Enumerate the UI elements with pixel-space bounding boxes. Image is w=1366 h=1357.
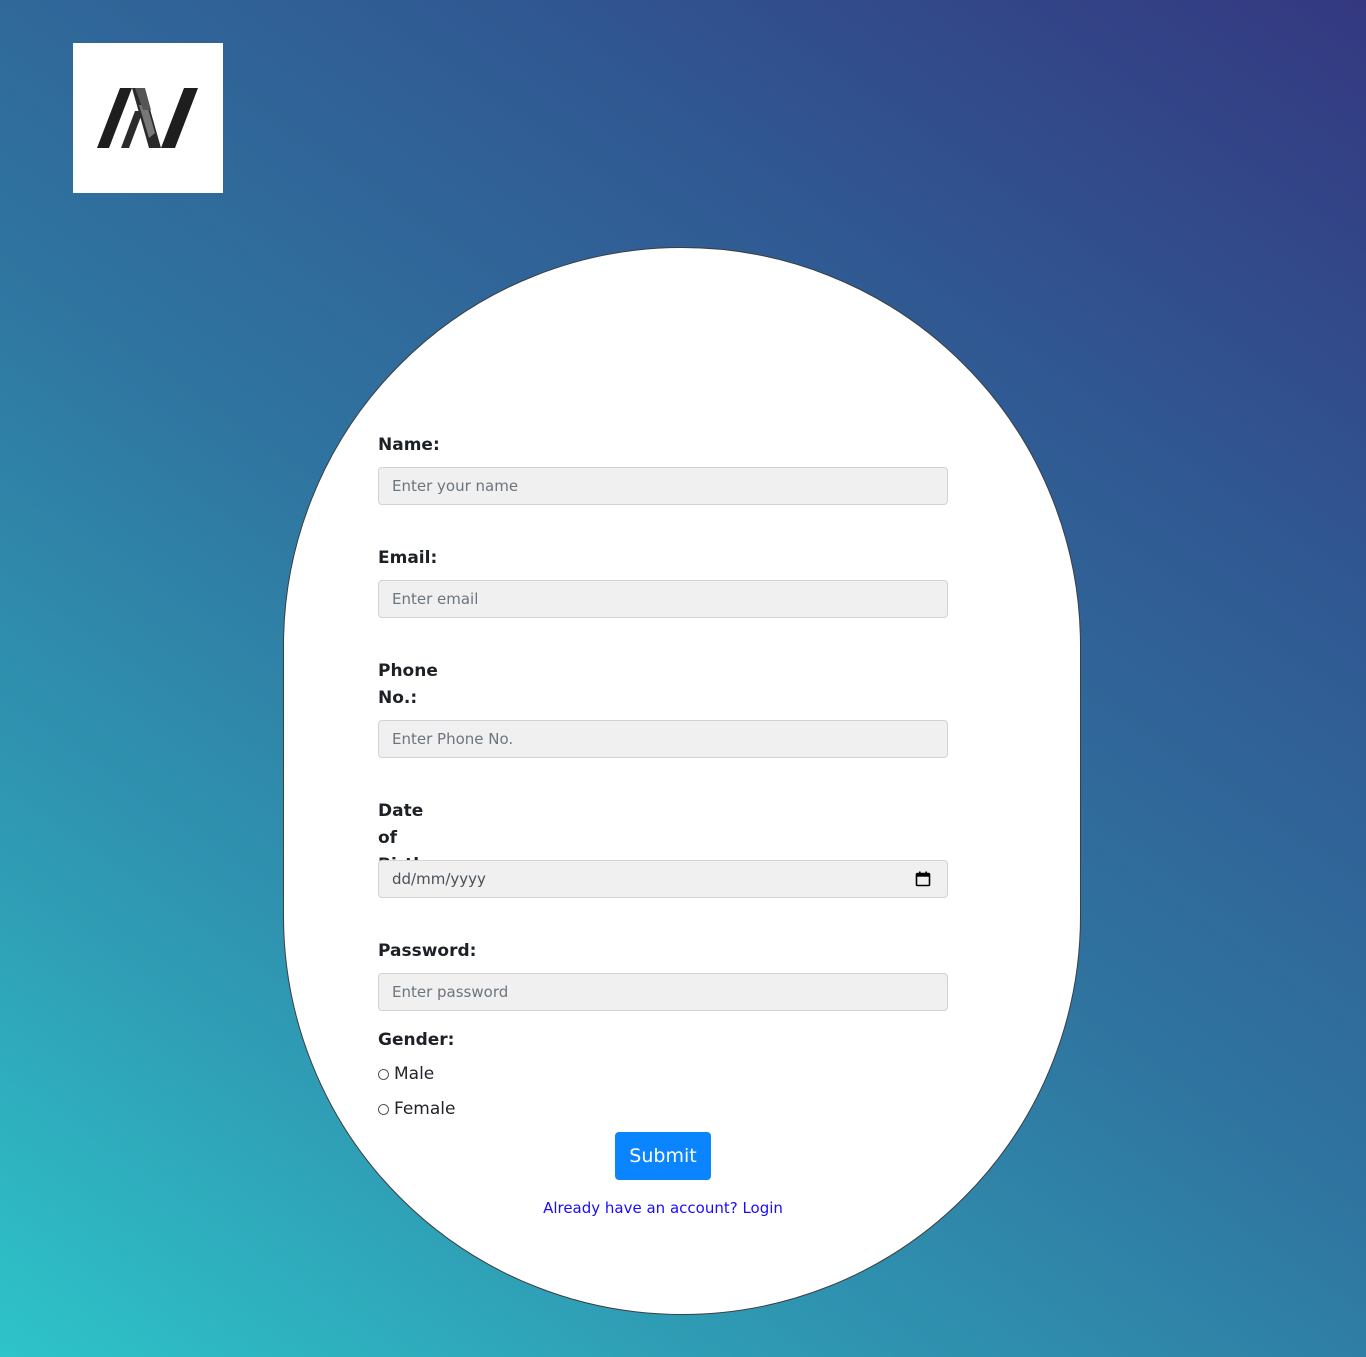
gender-label: Gender: <box>378 1030 455 1050</box>
gender-option-male[interactable]: Male <box>378 1064 434 1084</box>
email-label: Email: <box>378 548 438 568</box>
male-radio[interactable] <box>378 1068 389 1080</box>
female-radio-label: Female <box>394 1099 456 1119</box>
logo <box>73 43 223 193</box>
submit-button[interactable]: Submit <box>615 1132 711 1180</box>
name-label: Name: <box>378 435 440 455</box>
name-input[interactable] <box>378 467 948 505</box>
female-radio[interactable] <box>378 1103 389 1115</box>
login-link[interactable]: Already have an account? Login <box>483 1199 843 1217</box>
phone-label: Phone No.: <box>378 661 438 708</box>
calendar-icon[interactable] <box>915 871 931 887</box>
password-label: Password: <box>378 941 477 961</box>
gender-option-female[interactable]: Female <box>378 1099 455 1119</box>
password-input[interactable] <box>378 973 948 1011</box>
male-radio-label: Male <box>394 1064 435 1084</box>
n-monogram-logo-icon <box>97 88 198 148</box>
phone-input[interactable] <box>378 720 948 758</box>
dob-placeholder: dd/mm/yyyy <box>392 870 486 888</box>
email-input[interactable] <box>378 580 948 618</box>
dob-input[interactable]: dd/mm/yyyy <box>378 860 948 898</box>
